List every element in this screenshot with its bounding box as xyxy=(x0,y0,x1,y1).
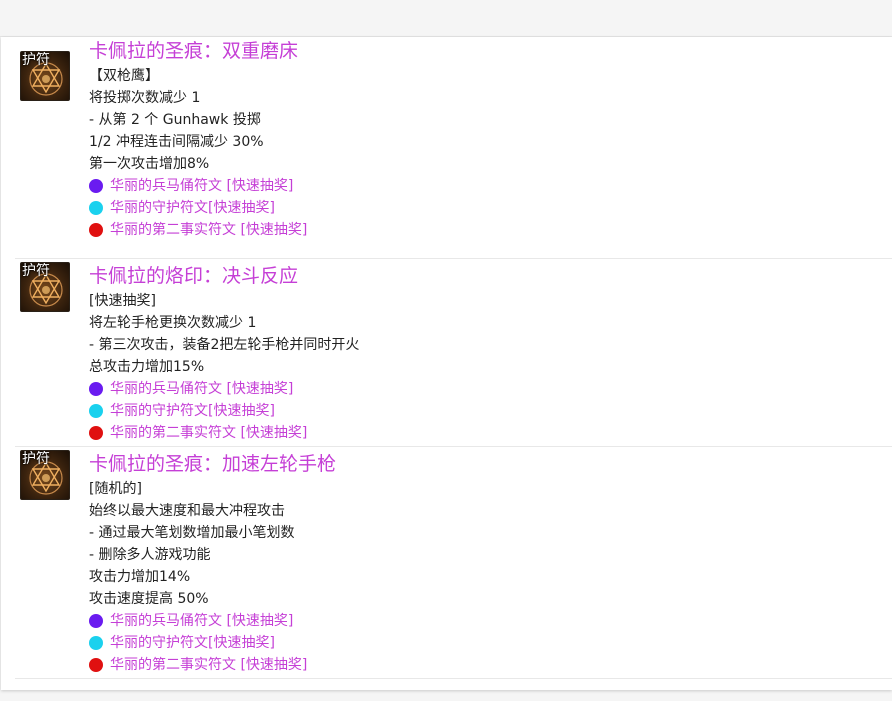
rune-text: 华丽的守护符文[快速抽奖] xyxy=(110,635,275,651)
amulet-title: 卡佩拉的烙印：决斗反应 xyxy=(89,265,299,287)
amulet-effect-line: 总攻击力增加15% xyxy=(89,359,205,375)
amulet-content: 卡佩拉的圣痕：双重磨床 【双枪鹰】 将投掷次数减少 1 - 从第 2 个 Gun… xyxy=(89,37,307,241)
amulet-content: 卡佩拉的圣痕：加速左轮手枪 [随机的] 始终以最大速度和最大冲程攻击 - 通过最… xyxy=(89,450,336,676)
amulet-list-panel: 护符 卡佩拉的圣痕：双重磨床 【双枪鹰】 将投掷次数减少 1 - 从第 2 个 … xyxy=(1,37,892,690)
amulet-tag: [随机的] xyxy=(89,481,142,497)
amulet-title: 卡佩拉的圣痕：双重磨床 xyxy=(89,40,299,62)
cyan-rune-dot-icon xyxy=(89,404,103,418)
amulet-icon-label: 护符 xyxy=(22,451,50,467)
purple-rune-dot-icon xyxy=(89,614,103,628)
amulet-icon-label: 护符 xyxy=(22,263,50,279)
rune-entry: 华丽的守护符文[快速抽奖] xyxy=(89,632,336,654)
amulet-effect-line: 攻击速度提高 50% xyxy=(89,591,209,607)
amulet-icon: 护符 xyxy=(20,262,70,312)
rune-text: 华丽的兵马俑符文 [快速抽奖] xyxy=(110,613,294,629)
amulet-icon-label: 护符 xyxy=(22,52,50,68)
amulet-effect-line: 始终以最大速度和最大冲程攻击 xyxy=(89,503,285,519)
rune-text: 华丽的兵马俑符文 [快速抽奖] xyxy=(110,381,294,397)
amulet-icon: 护符 xyxy=(20,51,70,101)
top-bar xyxy=(0,0,892,37)
rune-entry: 华丽的第二事实符文 [快速抽奖] xyxy=(89,219,307,241)
amulet-effect-line: - 从第 2 个 Gunhawk 投掷 xyxy=(89,112,261,128)
amulet-effect-line: 1/2 冲程连击间隔减少 30% xyxy=(89,134,264,150)
rune-text: 华丽的第二事实符文 [快速抽奖] xyxy=(110,657,308,673)
amulet-content: 卡佩拉的烙印：决斗反应 [快速抽奖] 将左轮手枪更换次数减少 1 - 第三次攻击… xyxy=(89,262,359,444)
cyan-rune-dot-icon xyxy=(89,201,103,215)
red-rune-dot-icon xyxy=(89,658,103,672)
amulet-effect-line: 攻击力增加14% xyxy=(89,569,191,585)
rune-text: 华丽的兵马俑符文 [快速抽奖] xyxy=(110,178,294,194)
amulet-effect-line: 将左轮手枪更换次数减少 1 xyxy=(89,315,257,331)
amulet-effect-line: 将投掷次数减少 1 xyxy=(89,90,201,106)
amulet-item: 护符 卡佩拉的烙印：决斗反应 [快速抽奖] 将左轮手枪更换次数减少 1 - 第三… xyxy=(15,259,892,447)
rune-entry: 华丽的守护符文[快速抽奖] xyxy=(89,197,307,219)
cyan-rune-dot-icon xyxy=(89,636,103,650)
amulet-effect-line: 第一次攻击增加8% xyxy=(89,156,210,172)
amulet-title: 卡佩拉的圣痕：加速左轮手枪 xyxy=(89,453,337,475)
purple-rune-dot-icon xyxy=(89,382,103,396)
red-rune-dot-icon xyxy=(89,426,103,440)
amulet-tag: 【双枪鹰】 xyxy=(89,68,159,84)
rune-entry: 华丽的兵马俑符文 [快速抽奖] xyxy=(89,610,336,632)
amulet-effect-line: - 通过最大笔划数增加最小笔划数 xyxy=(89,525,295,541)
rune-text: 华丽的第二事实符文 [快速抽奖] xyxy=(110,425,308,441)
rune-text: 华丽的第二事实符文 [快速抽奖] xyxy=(110,222,308,238)
rune-entry: 华丽的第二事实符文 [快速抽奖] xyxy=(89,654,336,676)
amulet-icon: 护符 xyxy=(20,450,70,500)
red-rune-dot-icon xyxy=(89,223,103,237)
rune-entry: 华丽的兵马俑符文 [快速抽奖] xyxy=(89,378,359,400)
rune-entry: 华丽的兵马俑符文 [快速抽奖] xyxy=(89,175,307,197)
amulet-item: 护符 卡佩拉的圣痕：双重磨床 【双枪鹰】 将投掷次数减少 1 - 从第 2 个 … xyxy=(15,37,892,259)
amulet-effect-line: - 删除多人游戏功能 xyxy=(89,547,211,563)
amulet-item: 护符 卡佩拉的圣痕：加速左轮手枪 [随机的] 始终以最大速度和最大冲程攻击 - … xyxy=(15,447,892,679)
purple-rune-dot-icon xyxy=(89,179,103,193)
rune-text: 华丽的守护符文[快速抽奖] xyxy=(110,403,275,419)
rune-entry: 华丽的第二事实符文 [快速抽奖] xyxy=(89,422,359,444)
amulet-effect-line: - 第三次攻击，装备2把左轮手枪并同时开火 xyxy=(89,337,360,353)
rune-entry: 华丽的守护符文[快速抽奖] xyxy=(89,400,359,422)
rune-text: 华丽的守护符文[快速抽奖] xyxy=(110,200,275,216)
amulet-tag: [快速抽奖] xyxy=(89,293,156,309)
